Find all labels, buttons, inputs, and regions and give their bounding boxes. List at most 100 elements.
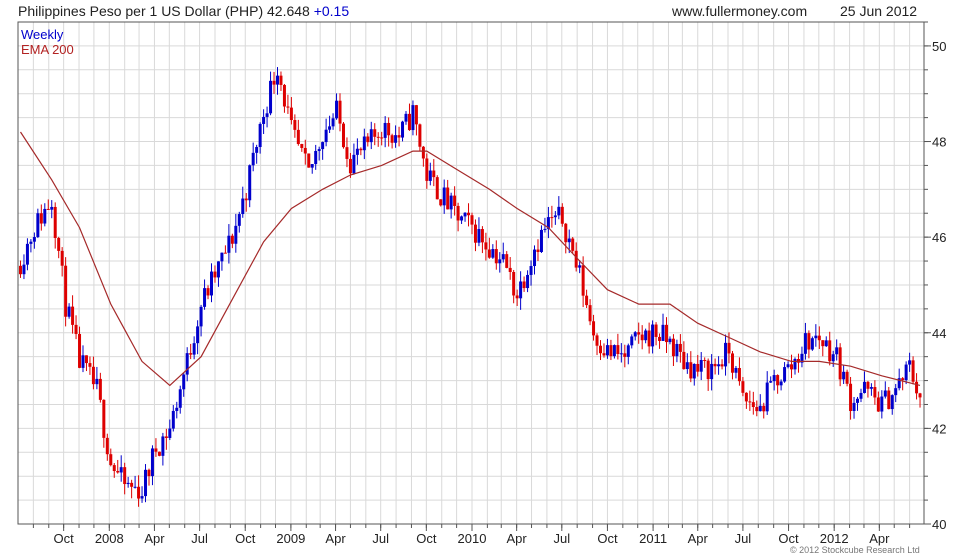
weekly-candle-body bbox=[210, 271, 214, 296]
weekly-candle-body bbox=[175, 407, 179, 411]
weekly-candle-body bbox=[293, 120, 297, 130]
weekly-candle-body bbox=[831, 354, 835, 362]
weekly-candle-body bbox=[401, 121, 405, 138]
weekly-candle-body bbox=[383, 122, 387, 138]
weekly-candle-body bbox=[480, 229, 484, 243]
weekly-candle-body bbox=[685, 362, 689, 370]
weekly-candle-body bbox=[567, 238, 571, 243]
weekly-candle-body bbox=[856, 398, 860, 403]
weekly-candle-body bbox=[314, 150, 318, 165]
x-tick-label: Oct bbox=[54, 531, 75, 546]
weekly-candle-body bbox=[717, 364, 721, 367]
weekly-candle-body bbox=[189, 353, 193, 355]
weekly-candle-body bbox=[78, 333, 82, 368]
ema-200-line bbox=[19, 131, 921, 387]
weekly-candle-body bbox=[862, 381, 866, 393]
weekly-candle-body bbox=[192, 343, 196, 355]
weekly-candle-body bbox=[130, 482, 134, 487]
ema-layer bbox=[19, 131, 921, 387]
weekly-candle-body bbox=[116, 471, 120, 473]
weekly-candle-body bbox=[439, 199, 443, 206]
weekly-candle-body bbox=[470, 215, 474, 225]
x-tick-label: 2008 bbox=[95, 531, 124, 546]
weekly-candle-body bbox=[852, 402, 856, 411]
weekly-candle-body bbox=[706, 360, 710, 380]
weekly-candle-body bbox=[876, 397, 880, 412]
weekly-candle-body bbox=[724, 342, 728, 367]
weekly-candle-body bbox=[571, 238, 575, 251]
weekly-candle-body bbox=[220, 252, 224, 262]
weekly-candle-body bbox=[720, 364, 724, 367]
weekly-candle-body bbox=[98, 378, 102, 400]
weekly-candle-body bbox=[734, 367, 738, 373]
weekly-candle-body bbox=[272, 80, 276, 85]
weekly-candle-body bbox=[105, 437, 109, 455]
weekly-candle-body bbox=[915, 381, 919, 394]
weekly-candle-body bbox=[317, 149, 321, 151]
weekly-candle-body bbox=[713, 363, 717, 367]
weekly-candle-body bbox=[505, 254, 509, 268]
weekly-candle-body bbox=[168, 428, 172, 438]
weekly-candle-body bbox=[182, 374, 186, 390]
x-tick-label: Oct bbox=[597, 531, 618, 546]
weekly-candle-body bbox=[60, 250, 64, 266]
weekly-candle-body bbox=[223, 252, 227, 254]
weekly-candle-body bbox=[265, 113, 269, 117]
weekly-candle-body bbox=[918, 393, 922, 398]
y-tick-label: 50 bbox=[932, 39, 946, 54]
weekly-candle-body bbox=[651, 324, 655, 347]
weekly-candle-body bbox=[50, 206, 54, 210]
weekly-candle-body bbox=[869, 387, 873, 389]
weekly-candle-body bbox=[560, 206, 564, 224]
weekly-candle-body bbox=[286, 106, 290, 108]
weekly-candle-body bbox=[908, 360, 912, 365]
weekly-candle-body bbox=[449, 195, 453, 210]
weekly-candle-body bbox=[203, 288, 207, 307]
x-tick-label: Apr bbox=[507, 531, 528, 546]
weekly-candle-body bbox=[428, 170, 432, 181]
weekly-candle-body bbox=[227, 235, 231, 253]
weekly-candle-body bbox=[557, 206, 561, 216]
x-tick-label: Apr bbox=[144, 531, 165, 546]
weekly-candle-body bbox=[626, 345, 630, 357]
weekly-candle-body bbox=[147, 469, 151, 477]
weekly-candle-body bbox=[598, 345, 602, 354]
weekly-candle-body bbox=[53, 206, 57, 238]
weekly-candle-body bbox=[484, 242, 488, 250]
weekly-candle-body bbox=[237, 214, 241, 226]
weekly-candle-body bbox=[442, 187, 446, 206]
weekly-candle-body bbox=[803, 333, 807, 354]
weekly-candle-body bbox=[727, 342, 731, 354]
weekly-candle-body bbox=[473, 224, 477, 243]
weekly-candle-body bbox=[321, 142, 325, 150]
weekly-candle-body bbox=[43, 208, 47, 224]
weekly-candle-body bbox=[376, 136, 380, 138]
weekly-candle-body bbox=[352, 154, 356, 174]
weekly-candle-body bbox=[453, 195, 457, 206]
weekly-candle-body bbox=[498, 259, 502, 264]
weekly-candle-body bbox=[585, 295, 589, 306]
weekly-candle-body bbox=[637, 332, 641, 335]
weekly-candle-body bbox=[880, 396, 884, 412]
weekly-candle-body bbox=[150, 448, 154, 477]
weekly-candle-body bbox=[248, 165, 252, 201]
weekly-candle-body bbox=[904, 364, 908, 381]
x-tick-label: 2009 bbox=[276, 531, 305, 546]
weekly-candle-body bbox=[710, 363, 714, 380]
weekly-candle-body bbox=[842, 371, 846, 380]
weekly-candle-body bbox=[25, 243, 29, 265]
weekly-candle-body bbox=[463, 212, 467, 217]
weekly-candle-body bbox=[658, 336, 662, 341]
copyright-notice: © 2012 Stockcube Research Ltd bbox=[790, 545, 920, 555]
weekly-candle-body bbox=[394, 135, 398, 143]
weekly-candle-body bbox=[533, 249, 537, 267]
weekly-candle-body bbox=[275, 75, 279, 85]
weekly-candle-body bbox=[849, 383, 853, 411]
weekly-candle-body bbox=[529, 266, 533, 275]
weekly-candle-body bbox=[74, 324, 78, 334]
weekly-candle-body bbox=[828, 340, 832, 362]
weekly-candle-body bbox=[769, 381, 773, 383]
x-tick-label: Oct bbox=[416, 531, 437, 546]
weekly-candle-body bbox=[338, 100, 342, 124]
weekly-candle-body bbox=[206, 288, 210, 296]
